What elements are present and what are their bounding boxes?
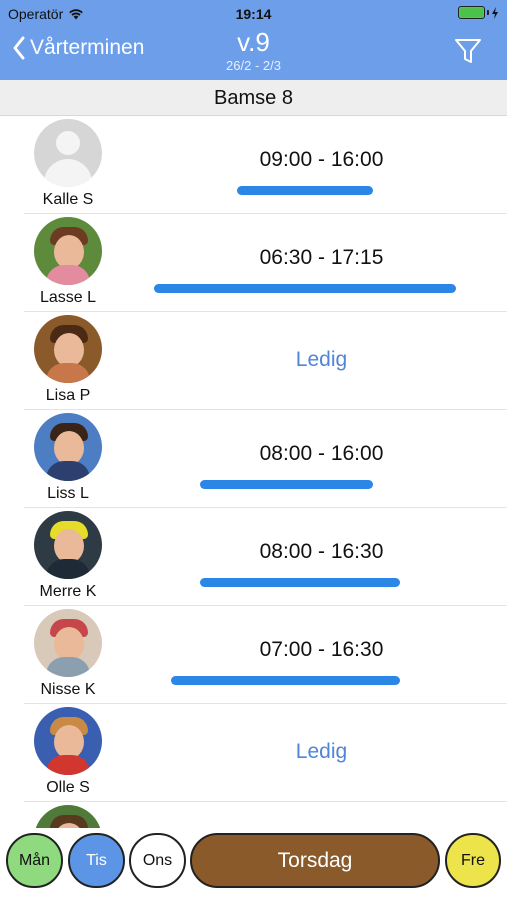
avatar: [34, 413, 102, 481]
schedule-bar: [200, 578, 400, 587]
child-info: Merre K: [24, 511, 112, 601]
schedule-time: 07:00 - 16:30: [259, 638, 384, 661]
child-name: Kalle S: [42, 191, 94, 208]
child-name: Nisse K: [40, 681, 96, 698]
list-item[interactable]: Lisa P Ledig: [24, 312, 507, 410]
schedule-time: 06:30 - 17:15: [259, 246, 384, 269]
filter-icon[interactable]: [453, 36, 483, 66]
children-list[interactable]: Kalle S 09:00 - 16:00 Lasse L 06:30 - 17…: [0, 116, 507, 828]
schedule-time: 08:00 - 16:30: [259, 540, 384, 563]
child-info: Nisse K: [24, 609, 112, 699]
avatar: [34, 805, 102, 828]
status-time: 19:14: [235, 6, 272, 22]
schedule-bar: [200, 480, 374, 489]
child-info: Kalle S: [24, 119, 112, 209]
schedule-bar: [170, 676, 400, 685]
free-label: Ledig: [295, 348, 348, 371]
child-name: Merre K: [39, 583, 97, 600]
schedule-time: 08:00 - 16:00: [259, 442, 384, 465]
child-info: [24, 805, 112, 828]
day-button-tue[interactable]: Tis: [68, 833, 125, 888]
day-button-fri[interactable]: Fre: [445, 833, 501, 888]
week-title: v.9: [237, 27, 270, 57]
battery-icon: [458, 6, 499, 19]
child-name: Olle S: [46, 779, 90, 796]
avatar: [34, 609, 102, 677]
avatar: [34, 707, 102, 775]
avatar: [34, 511, 102, 579]
group-header: Bamse 8: [0, 80, 507, 116]
child-info: Lasse L: [24, 217, 112, 307]
child-info: Olle S: [24, 707, 112, 797]
avatar: [34, 315, 102, 383]
schedule-bar: [237, 186, 374, 195]
free-label: Ledig: [295, 740, 348, 763]
avatar: [34, 119, 102, 187]
list-item[interactable]: Olle S Ledig: [24, 704, 507, 802]
nav-bar: Vårterminen v.9 26/2 - 2/3: [0, 28, 507, 80]
list-item[interactable]: Lasse L 06:30 - 17:15: [24, 214, 507, 312]
list-item[interactable]: Merre K 08:00 - 16:30: [24, 508, 507, 606]
list-item[interactable]: [24, 802, 507, 828]
child-name: Liss L: [47, 485, 89, 502]
list-item[interactable]: Nisse K 07:00 - 16:30: [24, 606, 507, 704]
avatar: [34, 217, 102, 285]
schedule-bar: [154, 284, 457, 293]
day-button-thu[interactable]: Torsdag: [190, 833, 440, 888]
child-info: Lisa P: [24, 315, 112, 405]
child-name: Lasse L: [39, 289, 97, 306]
week-date-range: 26/2 - 2/3: [226, 58, 281, 73]
day-button-mon[interactable]: Mån: [6, 833, 63, 888]
status-bar: Operatör 19:14: [0, 0, 507, 28]
child-name: Lisa P: [45, 387, 91, 404]
schedule-time: 09:00 - 16:00: [259, 148, 384, 171]
day-selector: Mån Tis Ons Torsdag Fre: [0, 828, 507, 900]
day-button-wed[interactable]: Ons: [129, 833, 186, 888]
list-item[interactable]: Kalle S 09:00 - 16:00: [24, 116, 507, 214]
list-item[interactable]: Liss L 08:00 - 16:00: [24, 410, 507, 508]
child-info: Liss L: [24, 413, 112, 503]
top-bar: Operatör 19:14 Vårterminen v.9 26/2 - 2/…: [0, 0, 507, 80]
